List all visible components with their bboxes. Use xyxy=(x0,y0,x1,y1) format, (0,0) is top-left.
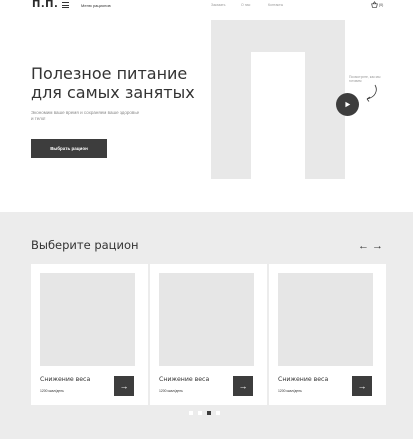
basket-icon xyxy=(371,1,378,8)
play-video-button[interactable] xyxy=(336,93,359,116)
nav-link-contacts[interactable]: Контакты xyxy=(268,3,283,7)
card-arrow-button[interactable]: → xyxy=(233,376,253,396)
nav-link-order[interactable]: Заказать xyxy=(211,3,225,7)
pagination-dot-active[interactable] xyxy=(207,411,211,415)
choose-ration-button[interactable]: Выбрать рацион xyxy=(31,139,107,158)
hero-subtitle: Экономим ваше время и сохраняем ваше здо… xyxy=(31,110,140,121)
cart-count: (0) xyxy=(379,2,384,7)
hero-title: Полезное питание для самых занятых xyxy=(31,64,195,102)
menu-link[interactable]: Меню рационов xyxy=(81,3,111,8)
pagination-dot[interactable] xyxy=(216,411,220,415)
curved-arrow-icon xyxy=(366,84,377,102)
card-arrow-button[interactable]: → xyxy=(114,376,134,396)
video-note: Посмотрите, как мы готовим xyxy=(349,75,381,84)
play-icon xyxy=(345,101,351,108)
card-calories: 1200 ккал/день xyxy=(40,389,64,393)
card-calories: 1200 ккал/день xyxy=(278,389,302,393)
card-image-placeholder xyxy=(159,273,254,366)
next-arrow[interactable]: → xyxy=(372,241,383,252)
ration-section: Выберите рацион ← → Снижение веса 1200 к… xyxy=(0,212,413,439)
cart-button[interactable]: (0) xyxy=(371,1,383,8)
ration-card[interactable]: Снижение веса 1200 ккал/день → xyxy=(269,264,386,405)
pagination xyxy=(189,411,220,415)
hero-image-placeholder xyxy=(211,20,345,179)
section-title: Выберите рацион xyxy=(31,238,139,252)
card-title: Снижение веса xyxy=(278,376,329,383)
card-arrow-button[interactable]: → xyxy=(352,376,372,396)
pagination-dot[interactable] xyxy=(198,411,202,415)
pagination-dot[interactable] xyxy=(189,411,193,415)
header: П.П. Меню рационов Заказать О нас Контак… xyxy=(0,0,413,12)
card-calories: 1200 ккал/день xyxy=(159,389,183,393)
ration-card[interactable]: Снижение веса 1200 ккал/день → xyxy=(31,264,148,405)
nav-link-about[interactable]: О нас xyxy=(241,3,250,7)
ration-card[interactable]: Снижение веса 1200 ккал/день → xyxy=(150,264,267,405)
card-title: Снижение веса xyxy=(159,376,210,383)
logo[interactable]: П.П. xyxy=(32,0,58,10)
card-image-placeholder xyxy=(278,273,373,366)
card-image-placeholder xyxy=(40,273,135,366)
hamburger-menu-icon[interactable] xyxy=(62,2,69,8)
card-title: Снижение веса xyxy=(40,376,91,383)
prev-arrow[interactable]: ← xyxy=(358,241,369,252)
